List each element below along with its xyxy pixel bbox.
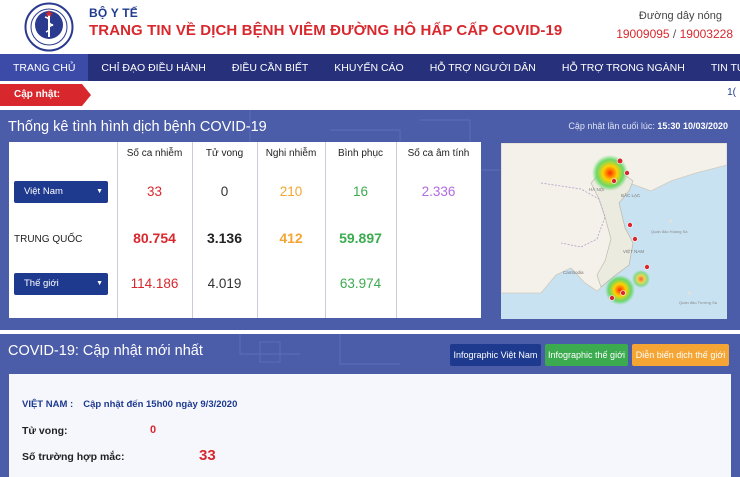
column-suspected: Nghi nhiễm 210 412 (257, 142, 325, 318)
infographic-vietnam-button[interactable]: Infographic Việt Nam (450, 344, 541, 366)
column-header: Bình phục (337, 148, 384, 159)
select-value: Thế giới (24, 278, 59, 289)
ministry-name: BỘ Y TẾ (89, 6, 138, 20)
cell-vn-negative: 2.336 (421, 184, 456, 199)
latest-update-body: VIỆT NAM : Cập nhật đến 15h00 ngày 9/3/20… (9, 374, 731, 477)
map-label-hanoi: HÀ NỘI (589, 187, 605, 192)
cases-label: Số trường hợp mắc: (22, 451, 125, 463)
select-value: Việt Nam (24, 186, 63, 197)
cases-row: Số trường hợp mắc: (22, 451, 124, 463)
deaths-row: Tử vong: (22, 425, 68, 437)
hotline-label: Đường dây nóng (638, 10, 722, 22)
hotline-number-1[interactable]: 19009095 (616, 27, 669, 41)
site-title[interactable]: TRANG TIN VỀ DỊCH BỆNH VIÊM ĐƯỜNG HÔ HẤP… (89, 22, 562, 39)
cell-world-recovered: 63.974 (339, 276, 382, 291)
nav-item-citizen-support[interactable]: HỖ TRỢ NGƯỜI DÂN (417, 54, 549, 81)
ministry-logo-icon[interactable] (24, 2, 74, 52)
ticker-text[interactable]: 1( (727, 87, 736, 98)
nav-item-recommendations[interactable]: KHUYẾN CÁO (321, 54, 416, 81)
cell-vn-suspected: 210 (279, 184, 303, 199)
infographic-world-button[interactable]: Infographic thế giới (545, 344, 628, 366)
column-recovered: Bình phục 16 59.897 63.974 (325, 142, 396, 318)
site-header: BỘ Y TẾ TRANG TIN VỀ DỊCH BỆNH VIÊM ĐƯỜN… (0, 0, 740, 54)
dropdown-caret-icon: ▼ (96, 280, 103, 287)
nav-item-industry-support[interactable]: HỖ TRỢ TRONG NGÀNH (549, 54, 698, 81)
column-infected: Số ca nhiễm 33 80.754 114.186 (117, 142, 192, 318)
column-deaths: Tử vong 0 3.136 4.019 (192, 142, 257, 318)
row-label-china: TRUNG QUỐC (14, 234, 83, 245)
map-label-truong-sa: Quần đảo Trường Sa (679, 300, 717, 305)
vn-update-line: VIỆT NAM : Cập nhật đến 15h00 ngày 9/3/20… (22, 399, 237, 410)
column-header: Số ca âm tính (407, 148, 470, 159)
deaths-label: Tử vong: (22, 425, 68, 437)
nav-item-news[interactable]: TIN TỨC (698, 54, 740, 81)
map-label-bac-lac: BẮC LẠC (621, 193, 641, 198)
nav-item-need-to-know[interactable]: ĐIỀU CẦN BIẾT (219, 54, 321, 81)
cell-world-infected: 114.186 (130, 276, 179, 291)
cell-cn-infected: 80.754 (133, 230, 176, 246)
ticker-label: Cập nhật: (0, 84, 82, 106)
hotline-number-2[interactable]: 19003228 (680, 27, 733, 41)
nav-item-home[interactable]: TRANG CHỦ (0, 54, 89, 81)
update-ticker: Cập nhật: 1( (0, 81, 740, 107)
stats-table: Việt Nam ▼ TRUNG QUỐC Thế giới ▼ Số ca n… (9, 142, 481, 318)
country-select-vietnam[interactable]: Việt Nam ▼ (14, 181, 108, 203)
hotline-separator: / (669, 27, 680, 41)
map-label-hoang-sa: Quần đảo Hoàng Sa (651, 229, 688, 234)
cell-cn-deaths: 3.136 (206, 230, 243, 246)
stats-title: Thống kê tình hình dịch bệnh COVID-19 (8, 119, 267, 135)
map-label-vietnam: VIỆT NAM (623, 249, 645, 254)
column-negative: Số ca âm tính 2.336 (396, 142, 481, 318)
deaths-value: 0 (150, 424, 157, 436)
nav-item-directives[interactable]: CHỈ ĐẠO ĐIỀU HÀNH (88, 54, 218, 81)
ticker-arrow-shape (82, 84, 91, 106)
vn-label: VIỆT NAM : (22, 399, 74, 410)
latest-update-panel: COVID-19: Cập nhật mới nhất Infographic … (0, 334, 740, 477)
hotline-numbers: 19009095 / 19003228 (616, 27, 733, 41)
world-progress-button[interactable]: Diễn biến dịch thế giới (632, 344, 729, 366)
outbreak-map[interactable]: HÀ NỘI BẮC LẠC VIỆT NAM Cambodia Quần đả… (501, 143, 727, 319)
cell-vn-deaths: 0 (220, 184, 229, 199)
cell-vn-recovered: 16 (352, 184, 369, 199)
map-canvas (501, 143, 727, 319)
dropdown-caret-icon: ▼ (96, 188, 103, 195)
cases-value: 33 (199, 447, 216, 464)
vn-update-time: Cập nhật đến 15h00 ngày 9/3/2020 (83, 399, 238, 410)
map-label-cambodia: Cambodia (563, 270, 584, 275)
latest-update-title: COVID-19: Cập nhật mới nhất (8, 343, 203, 359)
column-header: Tử vong (205, 148, 244, 159)
column-header: Nghi nhiễm (265, 148, 317, 159)
stats-panel: Thống kê tình hình dịch bệnh COVID-19 Cậ… (0, 110, 740, 330)
last-update-time: 15:30 10/03/2020 (657, 121, 728, 131)
last-update-label: Cập nhật lần cuối lúc: (568, 121, 655, 131)
region-select-world[interactable]: Thế giới ▼ (14, 273, 108, 295)
cell-cn-recovered: 59.897 (339, 230, 382, 246)
cell-world-deaths: 4.019 (207, 276, 242, 291)
cell-vn-infected: 33 (146, 184, 163, 199)
last-update: Cập nhật lần cuối lúc: 15:30 10/03/2020 (568, 121, 728, 131)
cell-cn-suspected: 412 (279, 230, 303, 246)
main-nav: TRANG CHỦ CHỈ ĐẠO ĐIỀU HÀNH ĐIỀU CẦN BIẾ… (0, 54, 740, 81)
column-header: Số ca nhiễm (126, 148, 183, 159)
